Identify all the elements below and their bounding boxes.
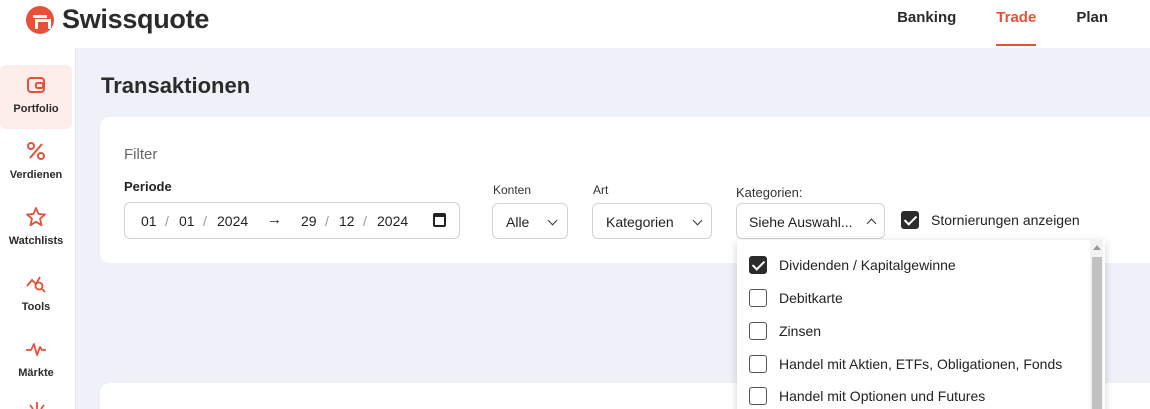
to-day[interactable]: 29	[301, 213, 317, 229]
to-year[interactable]: 2024	[377, 213, 408, 229]
checkbox-checked[interactable]	[749, 256, 767, 274]
art-label: Art	[593, 183, 609, 197]
sidebar-item-label: Verdienen	[9, 169, 63, 181]
option-label: Dividenden / Kapitalgewinne	[779, 257, 956, 273]
periode-label: Periode	[124, 179, 172, 194]
checkbox-unchecked[interactable]	[749, 387, 767, 405]
option-label: Zinsen	[779, 323, 822, 339]
to-month[interactable]: 12	[339, 213, 355, 229]
checkbox-unchecked[interactable]	[749, 322, 767, 340]
sidebar-item-maerkte[interactable]: Märkte	[0, 329, 72, 393]
swissquote-logo[interactable]: Swissquote	[26, 4, 209, 35]
sidebar-item-portfolio[interactable]: Portfolio	[0, 65, 72, 129]
topnav-banking[interactable]: Banking	[897, 0, 956, 48]
kategorie-option-zinsen[interactable]: Zinsen	[749, 322, 821, 340]
kategorie-option-debitkarte[interactable]: Debitkarte	[749, 289, 843, 307]
date-range-input[interactable]: 01 / 01 / 2024 → 29 / 12 / 2024	[124, 202, 460, 239]
scroll-up-icon[interactable]	[1093, 245, 1101, 250]
checkbox-checked[interactable]	[901, 211, 919, 229]
option-label: Debitkarte	[779, 290, 843, 306]
date-separator: /	[325, 213, 329, 229]
sidebar-item-watchlists[interactable]: Watchlists	[0, 197, 72, 261]
sun-icon	[29, 402, 45, 409]
chart-search-icon	[26, 276, 46, 293]
chevron-down-icon	[692, 215, 703, 226]
sidebar-item-label: Portfolio	[13, 103, 59, 115]
filter-heading: Filter	[124, 146, 158, 163]
checkbox-unchecked[interactable]	[749, 355, 767, 373]
option-label: Handel mit Optionen und Futures	[779, 388, 986, 404]
kategorien-dropdown: Dividenden / Kapitalgewinne Debitkarte Z…	[737, 240, 1105, 409]
from-day[interactable]: 01	[141, 213, 157, 229]
star-icon	[26, 207, 46, 227]
from-year[interactable]: 2024	[217, 213, 248, 229]
kategorien-select[interactable]: Siehe Auswahl...	[736, 203, 885, 239]
top-bar: Swissquote Banking Trade Plan	[0, 0, 1150, 48]
konten-value: Alle	[506, 214, 530, 230]
checkbox-unchecked[interactable]	[749, 289, 767, 307]
art-select[interactable]: Kategorien	[592, 203, 712, 239]
stornierungen-checkbox[interactable]: Stornierungen anzeigen	[901, 211, 1080, 229]
scroll-thumb[interactable]	[1092, 257, 1102, 409]
chevron-up-icon	[866, 218, 877, 229]
page-title: Transaktionen	[101, 73, 251, 98]
stornierungen-label: Stornierungen anzeigen	[931, 212, 1080, 228]
date-separator: /	[363, 213, 367, 229]
wallet-icon	[27, 77, 45, 93]
sidebar: Portfolio Verdienen Watchlists Tools Mär…	[0, 48, 76, 409]
chevron-down-icon	[547, 215, 558, 226]
topnav-trade[interactable]: Trade	[996, 0, 1037, 48]
sidebar-item-tools[interactable]: Tools	[0, 263, 72, 327]
sidebar-item-label: Watchlists	[8, 235, 64, 247]
kategorie-option-handel-aktien[interactable]: Handel mit Aktien, ETFs, Obligationen, F…	[749, 355, 1062, 373]
percent-icon	[27, 142, 45, 160]
kategorien-value: Siehe Auswahl...	[749, 214, 853, 230]
kategorien-label: Kategorien:	[736, 185, 803, 200]
sidebar-item-label: Tools	[21, 301, 51, 313]
art-value: Kategorien	[606, 214, 674, 230]
from-month[interactable]: 01	[179, 213, 195, 229]
option-label: Handel mit Aktien, ETFs, Obligationen, F…	[779, 356, 1063, 372]
sidebar-item-verdienen[interactable]: Verdienen	[0, 131, 72, 195]
swissquote-logo-icon	[26, 5, 54, 34]
top-nav: Banking Trade Plan	[857, 0, 1108, 48]
dropdown-scrollbar[interactable]	[1090, 240, 1103, 409]
date-separator: /	[203, 213, 207, 229]
calendar-icon[interactable]	[433, 213, 446, 227]
kategorie-option-dividenden[interactable]: Dividenden / Kapitalgewinne	[749, 256, 956, 274]
konten-select[interactable]: Alle	[492, 203, 568, 239]
date-separator: /	[165, 213, 169, 229]
topnav-plan[interactable]: Plan	[1076, 0, 1108, 48]
sidebar-item-label: Märkte	[18, 367, 54, 379]
brand-name: Swissquote	[62, 4, 210, 34]
kategorie-option-handel-optionen[interactable]: Handel mit Optionen und Futures	[749, 387, 985, 405]
konten-label: Konten	[493, 183, 532, 197]
pulse-icon	[26, 343, 46, 356]
arrow-right-icon: →	[267, 211, 282, 228]
